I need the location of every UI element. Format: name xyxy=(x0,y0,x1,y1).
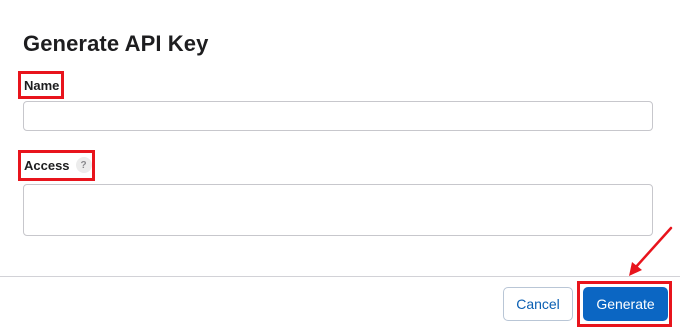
help-icon[interactable]: ? xyxy=(75,157,92,173)
name-input[interactable] xyxy=(23,101,653,131)
access-label: Access xyxy=(24,157,70,173)
cancel-button[interactable]: Cancel xyxy=(503,287,573,321)
dialog-title: Generate API Key xyxy=(23,31,209,56)
footer-divider xyxy=(0,276,680,277)
access-input[interactable] xyxy=(23,184,653,236)
generate-button[interactable]: Generate xyxy=(583,287,668,321)
name-label: Name xyxy=(24,78,60,93)
access-label-group: Access ? xyxy=(24,157,92,173)
